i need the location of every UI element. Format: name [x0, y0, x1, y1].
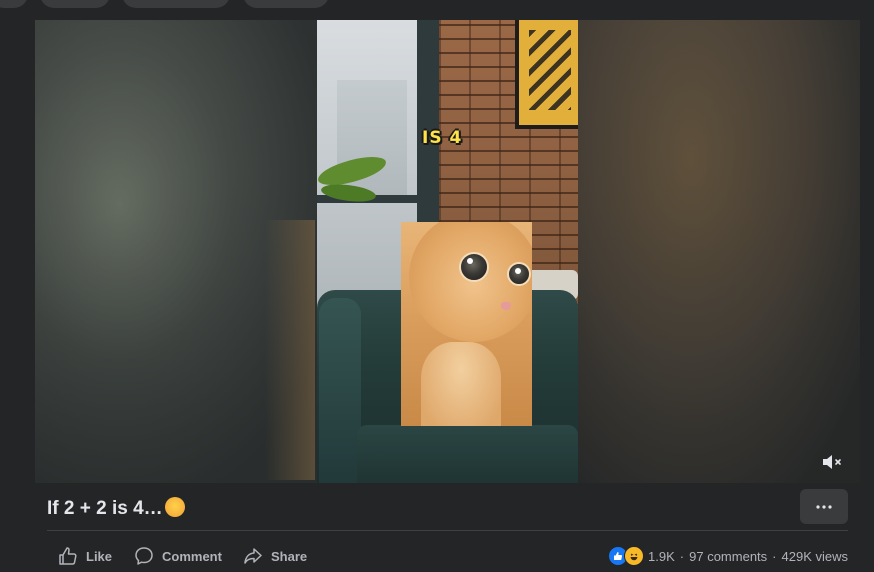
share-label: Share	[271, 548, 308, 564]
separator: ·	[772, 548, 777, 564]
comments-count[interactable]: 97 comments	[689, 549, 767, 564]
video-player[interactable]: IS 4	[35, 20, 860, 483]
separator: ·	[679, 548, 685, 564]
wall-poster	[515, 20, 578, 129]
filter-chip[interactable]	[243, 0, 329, 8]
post-card: IS 4 If 2 + 2 is 4… Like Comment Share 1…	[0, 0, 874, 572]
post-stats: 1.9K · 97 comments · 429K views	[608, 546, 848, 566]
comment-bubble-icon	[135, 547, 153, 565]
video-blur-background-right	[578, 20, 860, 483]
haha-reaction-icon[interactable]	[624, 546, 645, 566]
more-dots-icon	[816, 504, 832, 509]
reactions-count[interactable]: 1.9K	[648, 549, 675, 564]
sofa-seat	[357, 425, 578, 483]
cat-image	[401, 222, 532, 426]
mute-button[interactable]	[820, 450, 846, 474]
exploding-head-emoji-icon	[164, 497, 185, 517]
like-button[interactable]: Like	[58, 545, 112, 567]
video-blur-background-left	[35, 20, 317, 483]
like-label: Like	[86, 548, 113, 564]
filter-chip[interactable]	[0, 0, 28, 8]
video-caption-text: IS 4	[422, 128, 463, 148]
filter-chip[interactable]	[40, 0, 110, 8]
thumbs-up-icon	[59, 547, 77, 565]
post-title: If 2 + 2 is 4…	[47, 497, 185, 520]
filter-chip[interactable]	[122, 0, 230, 8]
cat-nose	[501, 302, 511, 310]
cat-eye	[459, 252, 489, 282]
comment-button[interactable]: Comment	[134, 545, 222, 567]
more-options-button[interactable]	[800, 489, 848, 524]
cat-chest	[421, 342, 501, 426]
post-title-text: If 2 + 2 is 4…	[47, 498, 163, 519]
share-button[interactable]: Share	[243, 545, 307, 567]
video-frame: IS 4	[317, 20, 578, 483]
comment-label: Comment	[162, 548, 222, 564]
share-arrow-icon	[244, 548, 262, 564]
sofa-arm	[319, 298, 361, 483]
speaker-muted-icon	[823, 455, 841, 469]
views-count: 429K views	[781, 548, 848, 564]
cat-eye	[507, 262, 531, 286]
divider	[47, 530, 848, 531]
